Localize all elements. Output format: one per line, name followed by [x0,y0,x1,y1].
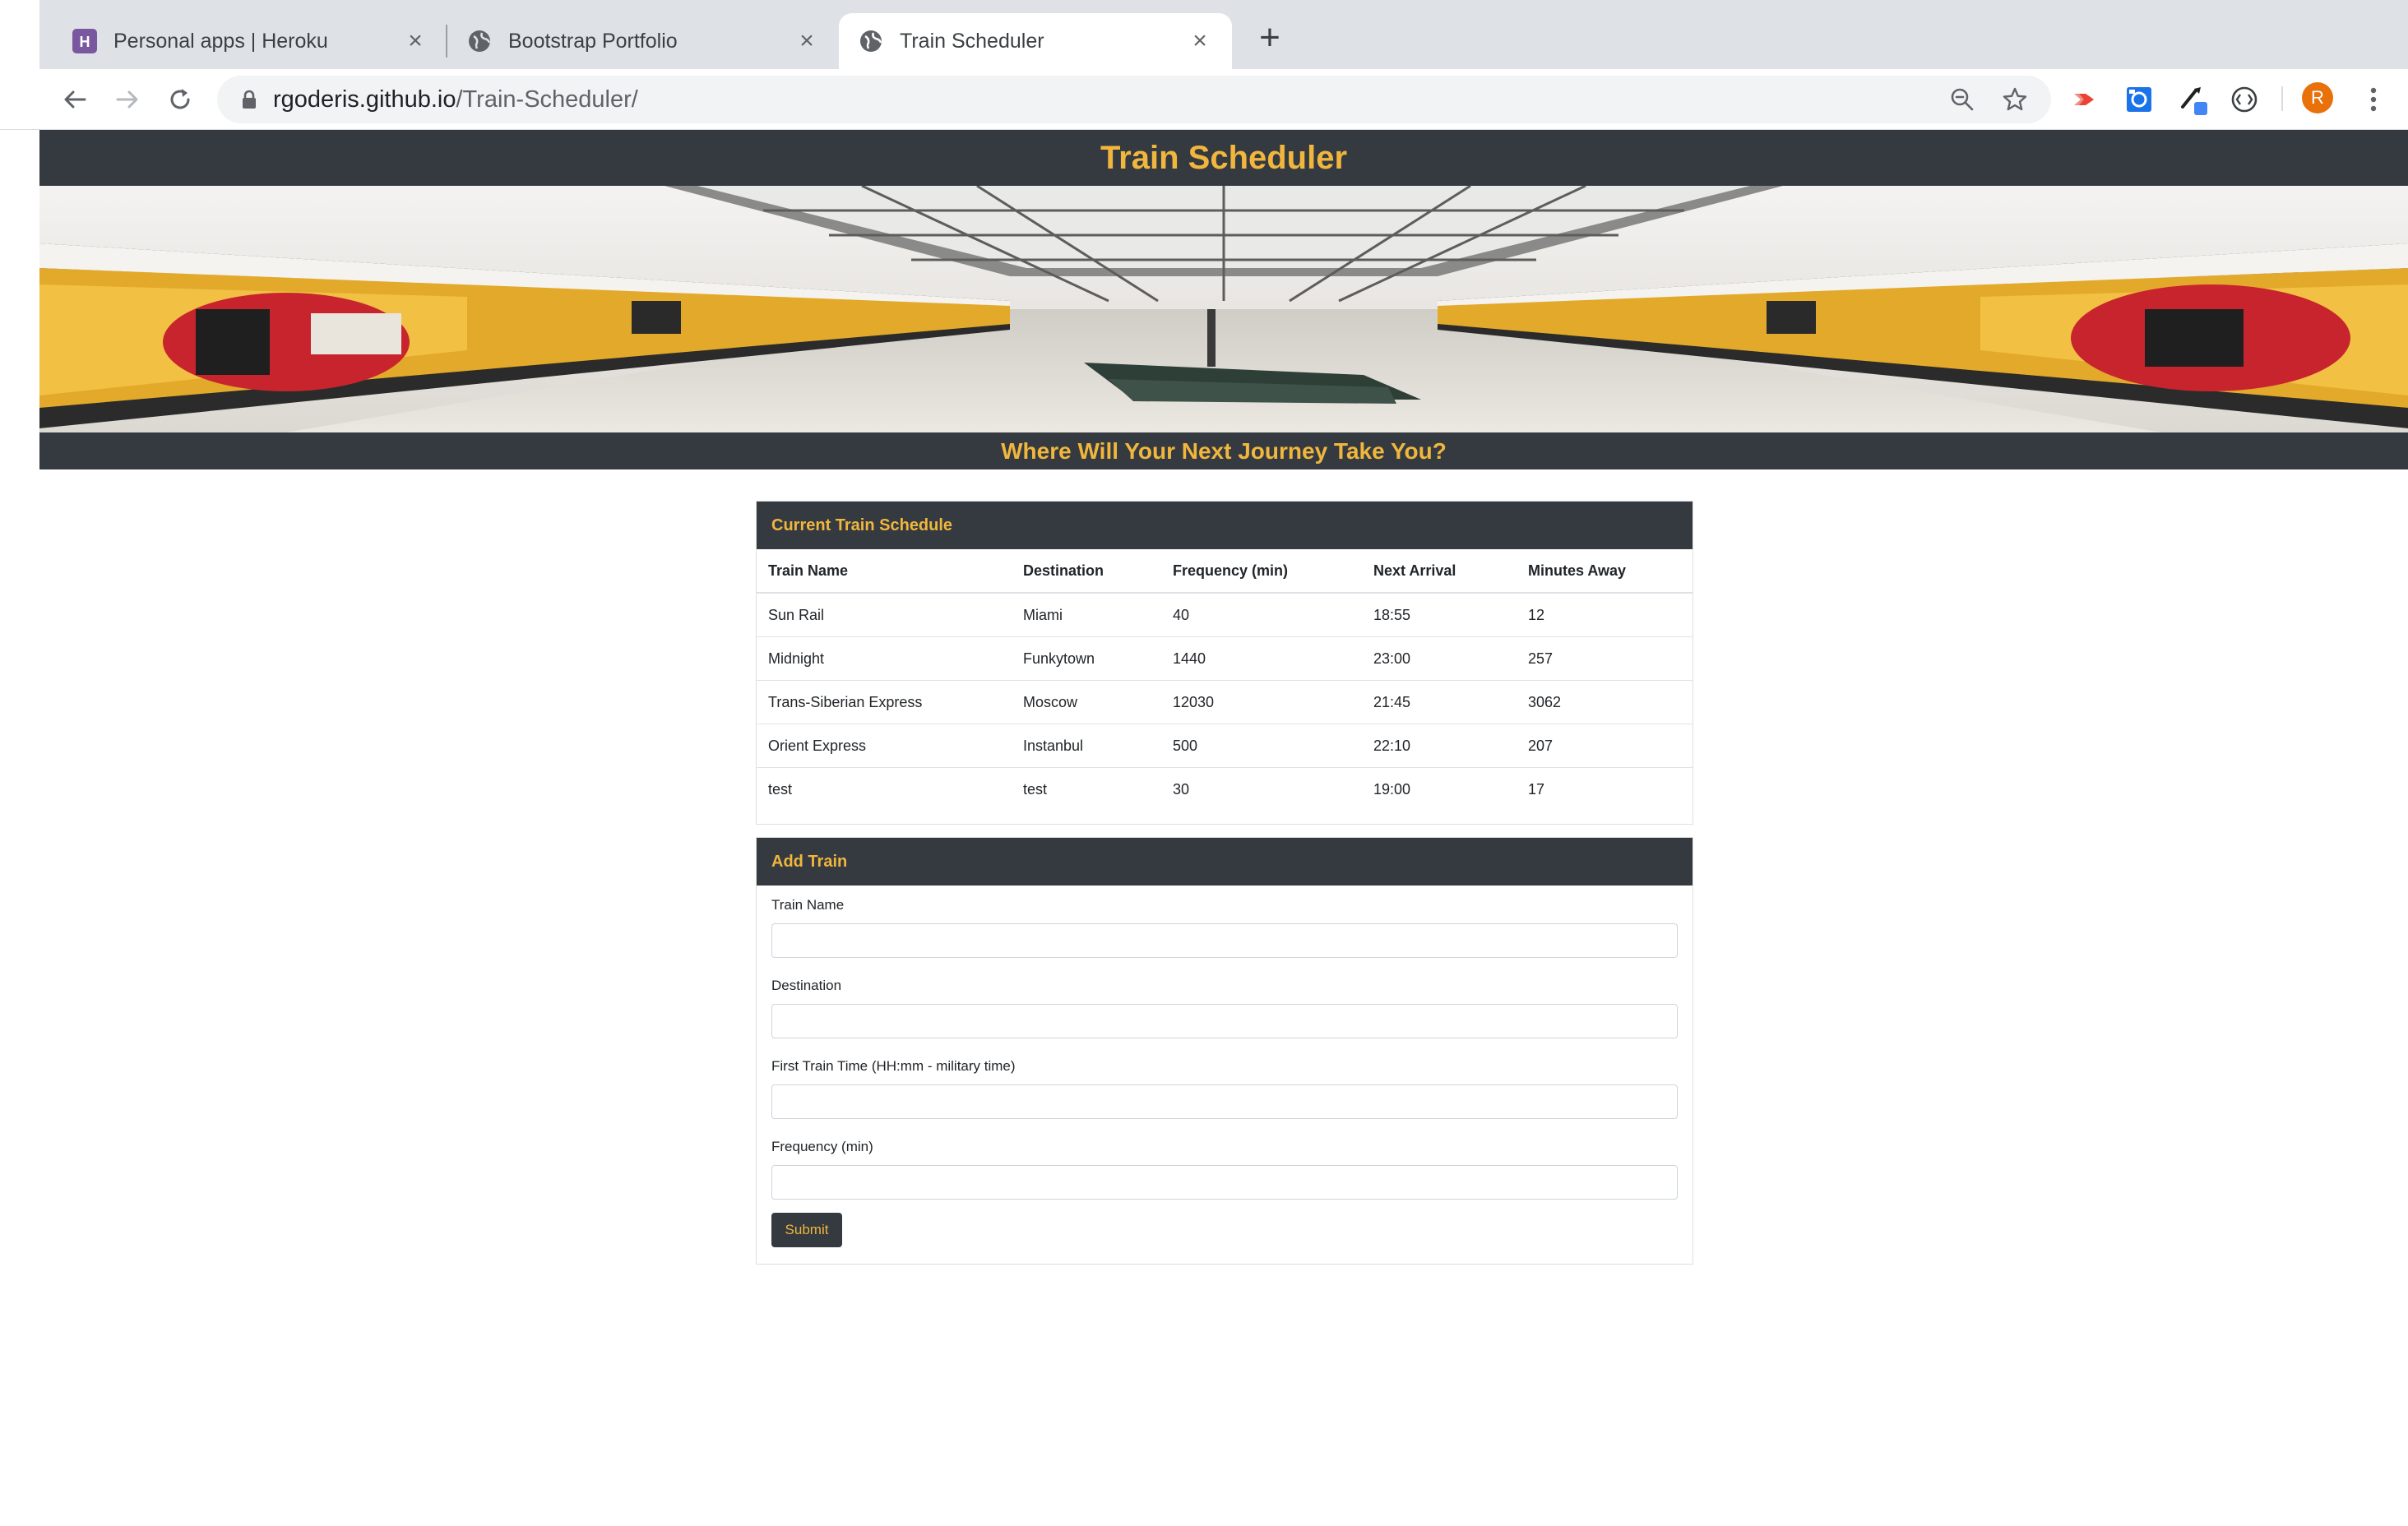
cell-train-name: Midnight [757,636,1012,681]
tab-title: Personal apps | Heroku [113,29,328,53]
cell-minutes-away: 3062 [1517,680,1693,724]
schedule-table: Train Name Destination Frequency (min) N… [757,549,1693,811]
first-train-time-input[interactable] [771,1084,1678,1119]
page-content: Train Scheduler Where Will Your Next Jou… [39,130,2408,1526]
more-menu-icon[interactable] [2365,84,2382,115]
cell-destination: Miami [1023,606,1063,623]
schedule-card: Current Train Schedule Train Name Destin… [756,501,1693,825]
extension-share-icon[interactable] [2069,84,2100,115]
tab-strip: H Personal apps | Heroku × Bootstrap Por… [0,0,2408,69]
cell-next-arrival: 21:45 [1362,680,1517,724]
globe-icon [467,29,492,53]
cell-destination: test [1012,767,1161,811]
browser-toolbar: rgoderis.github.io/Train-Scheduler/ [0,69,2408,130]
table-row: Orient Express Instanbul 500 22:10 207 [757,724,1693,768]
submit-button[interactable]: Submit [771,1213,842,1247]
tagline: Where Will Your Next Journey Take You? [1001,437,1447,464]
column-header: Next Arrival [1362,549,1517,594]
cell-train-name: Orient Express [757,724,1012,768]
cell-next-arrival: 18:55 [1373,606,1411,623]
cell-frequency: 30 [1161,767,1362,811]
train-name-input[interactable] [771,923,1678,958]
window-edge [0,0,39,69]
cell-next-arrival: 22:10 [1362,724,1517,768]
url-path: /Train-Scheduler/ [456,86,638,113]
new-tab-button[interactable]: + [1253,20,1286,56]
close-icon[interactable]: × [1188,29,1212,53]
back-arrow-icon[interactable] [58,82,92,117]
tab-title: Bootstrap Portfolio [508,29,678,53]
cell-destination: Moscow [1012,680,1161,724]
star-icon[interactable] [2002,86,2028,113]
cell-destination: Funkytown [1012,636,1161,681]
cell-frequency: 40 [1173,606,1190,623]
extension-screenshot-icon[interactable] [2123,84,2155,115]
add-train-heading: Add Train [757,838,1693,886]
site-title: Train Scheduler [1100,139,1348,176]
toolbar-divider [2281,86,2283,111]
close-icon[interactable]: × [403,29,428,53]
hero-train-station-image [39,186,2408,432]
cell-train-name: test [757,767,1012,811]
url-text: rgoderis.github.io/Train-Scheduler/ [273,86,638,113]
lock-icon[interactable] [238,89,260,110]
destination-label: Destination [771,978,842,993]
column-header: Destination [1012,549,1161,594]
schedule-heading: Current Train Schedule [757,502,1693,549]
extension-devtools-icon[interactable] [2229,84,2260,115]
tab-heroku[interactable]: H Personal apps | Heroku × [53,13,447,69]
zoom-icon[interactable] [1949,86,1975,113]
table-row: Midnight Funkytown 1440 23:00 257 [757,636,1693,681]
cell-minutes-away: 207 [1517,724,1693,768]
column-header: Frequency (min) [1161,549,1362,594]
cell-train-name: Trans-Siberian Express [757,680,1012,724]
cell-frequency: 500 [1161,724,1362,768]
table-row: test test 30 19:00 17 [757,767,1693,811]
cell-frequency: 12030 [1161,680,1362,724]
cell-minutes-away: 12 [1528,606,1545,623]
tagline-bar: Where Will Your Next Journey Take You? [39,432,2408,469]
cell-frequency: 1440 [1161,636,1362,681]
cell-destination: Instanbul [1012,724,1161,768]
heroku-icon: H [72,29,97,53]
table-header-row: Train Name Destination Frequency (min) N… [757,549,1693,594]
tab-title: Train Scheduler [900,29,1044,53]
svg-text:H: H [80,34,90,50]
column-header: Minutes Away [1517,549,1693,594]
close-icon[interactable]: × [794,29,819,53]
add-train-form: Train Name Destination First Train Time … [757,886,1693,1262]
train-name-label: Train Name [771,897,845,913]
add-train-card: Add Train Train Name Destination First T… [756,837,1693,1265]
table-row: Sun Rail Miami 40 18:55 12 [757,593,1693,637]
cell-next-arrival: 19:00 [1362,767,1517,811]
destination-input[interactable] [771,1004,1678,1038]
column-header: Train Name [757,549,1012,594]
tab-train-scheduler[interactable]: Train Scheduler × [839,13,1232,69]
address-bar[interactable]: rgoderis.github.io/Train-Scheduler/ [217,76,2051,123]
forward-arrow-icon[interactable] [110,82,145,117]
cell-train-name: Sun Rail [768,606,825,623]
cell-minutes-away: 257 [1517,636,1693,681]
first-train-time-label: First Train Time (HH:mm - military time) [771,1058,1016,1074]
profile-avatar[interactable]: R [2302,82,2333,113]
url-host: rgoderis.github.io [273,86,456,113]
reload-icon[interactable] [163,82,197,117]
frequency-label: Frequency (min) [771,1139,873,1154]
site-header: Train Scheduler [39,130,2408,186]
table-row: Trans-Siberian Express Moscow 12030 21:4… [757,680,1693,724]
cell-minutes-away: 17 [1517,767,1693,811]
cell-next-arrival: 23:00 [1362,636,1517,681]
extension-eyedropper-icon[interactable] [2178,84,2209,115]
globe-icon [859,29,883,53]
frequency-input[interactable] [771,1165,1678,1200]
tab-bootstrap-portfolio[interactable]: Bootstrap Portfolio × [447,13,839,69]
